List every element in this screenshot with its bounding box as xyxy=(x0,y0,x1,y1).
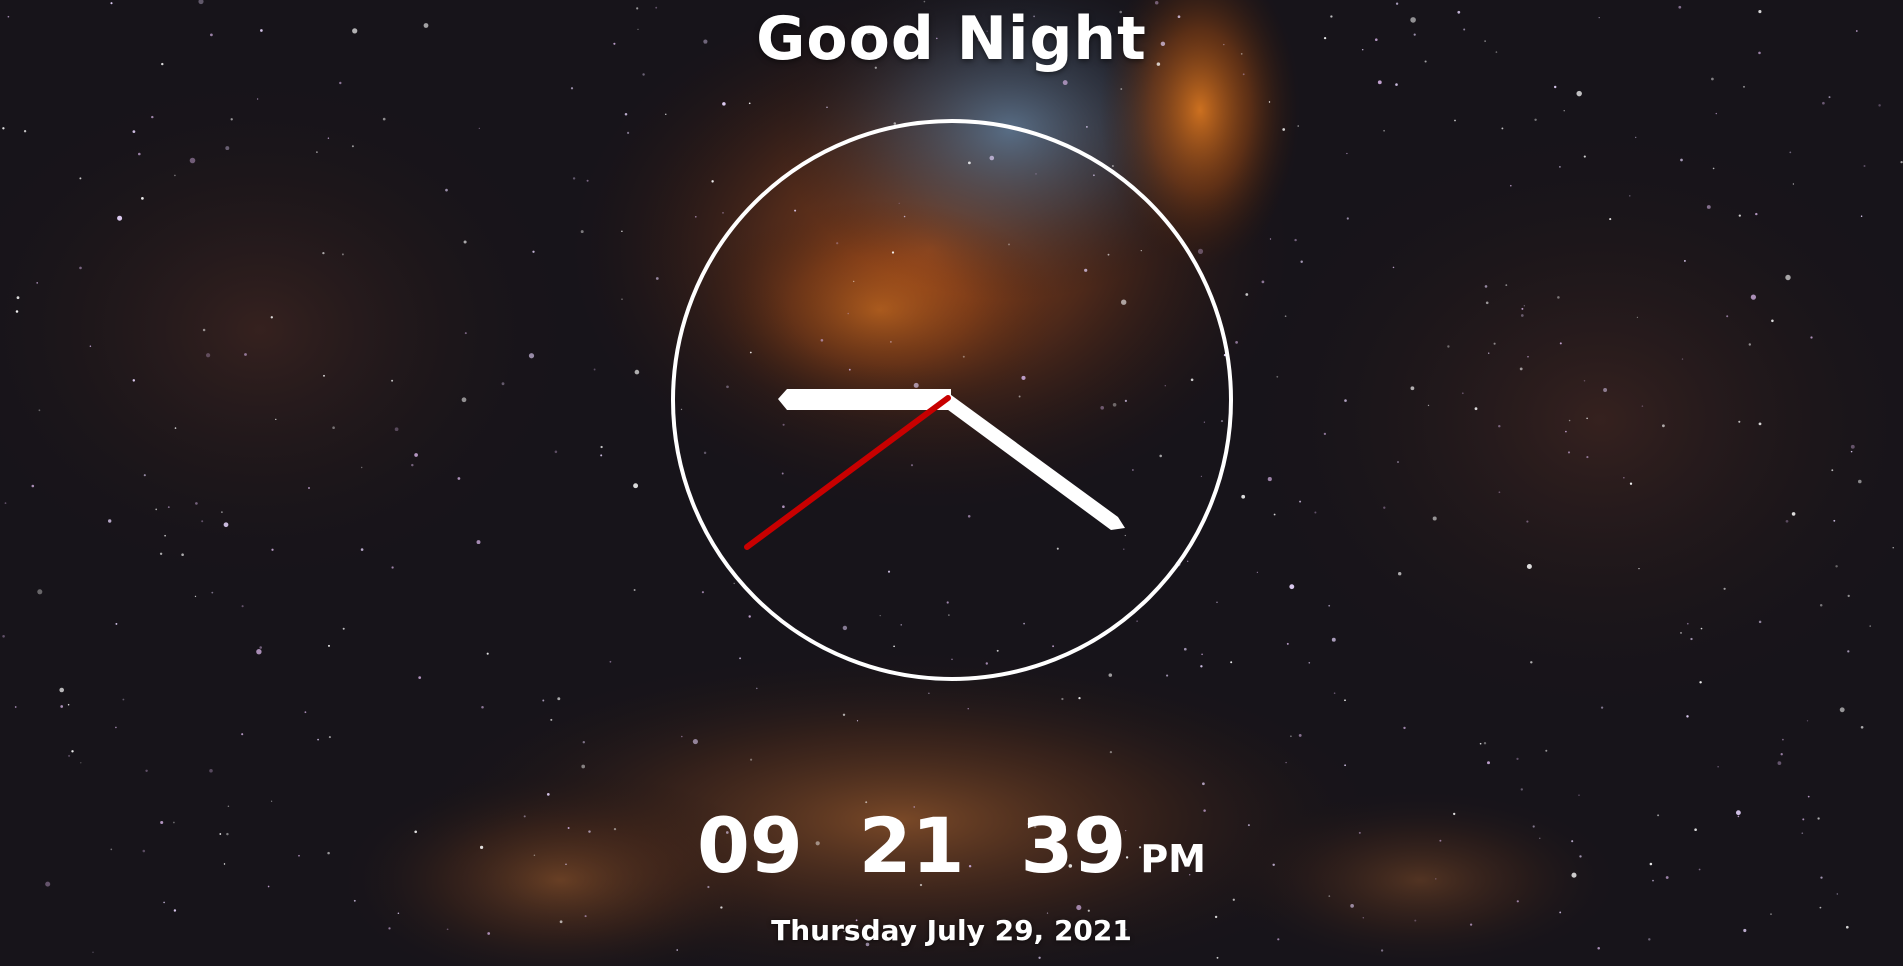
seconds-value: 39 xyxy=(1020,801,1127,890)
digital-clock: 09 21 39 PM xyxy=(0,808,1903,884)
date-label: Thursday July 29, 2021 xyxy=(771,914,1132,947)
minutes-value: 21 xyxy=(858,801,965,890)
second-hand xyxy=(744,395,951,550)
minute-hand xyxy=(940,392,1125,530)
am-pm-indicator: PM xyxy=(1140,837,1206,881)
hours-value: 09 xyxy=(697,801,803,890)
hour-hand xyxy=(778,389,951,410)
